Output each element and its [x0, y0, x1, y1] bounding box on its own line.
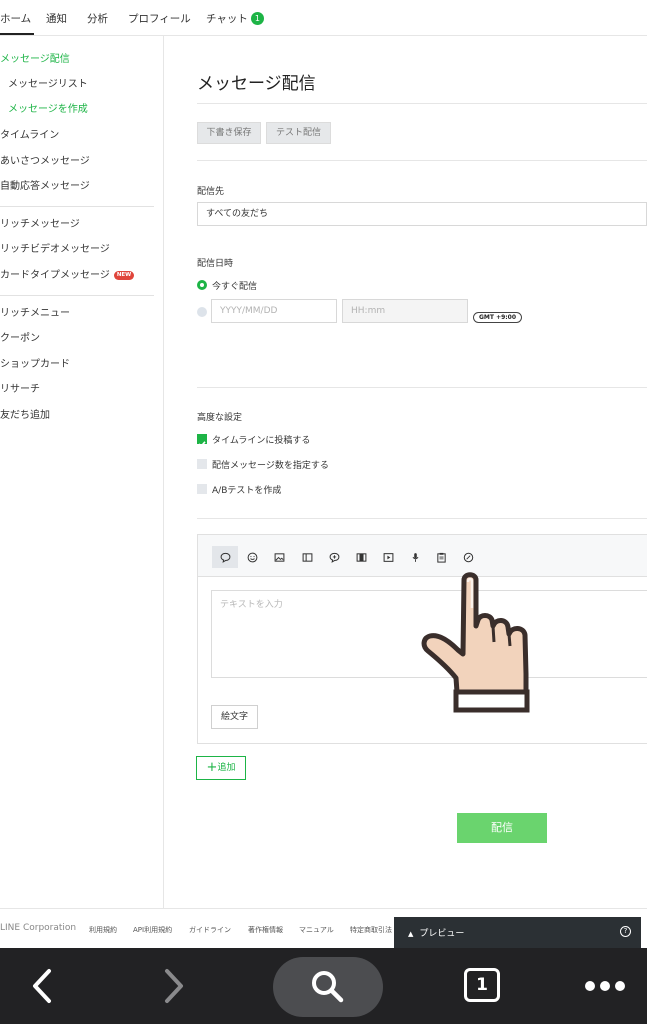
- sidebar-item-rich-menu[interactable]: リッチメニュー: [0, 307, 70, 321]
- footer-link-api-terms[interactable]: API利用規約: [133, 925, 172, 935]
- schedule-label: 配信日時: [197, 259, 234, 269]
- sidebar-item-shop-card[interactable]: ショップカード: [0, 358, 70, 372]
- divider: [197, 160, 647, 161]
- recipient-select[interactable]: すべての友だち: [197, 202, 647, 226]
- chat-plus-icon[interactable]: [321, 546, 347, 568]
- tab-count-button[interactable]: 1: [464, 968, 500, 1002]
- date-input[interactable]: YYYY/MM/DD: [211, 299, 337, 323]
- sidebar-item-message-list[interactable]: メッセージリスト: [8, 78, 88, 92]
- tab-notifications-label: 通知: [46, 13, 67, 25]
- footer-link-commerce-law[interactable]: 特定商取引法: [350, 925, 392, 935]
- main-content: メッセージ配信 下書き保存 テスト配信 配信先 すべての友だち 配信日時 今すぐ…: [164, 36, 647, 908]
- sidebar-divider: [0, 206, 154, 207]
- recipient-label: 配信先: [197, 187, 225, 197]
- footer-link-terms[interactable]: 利用規約: [89, 925, 117, 935]
- sidebar-item-create-message[interactable]: メッセージを作成: [8, 103, 88, 117]
- sidebar-item-timeline[interactable]: タイムライン: [0, 129, 59, 143]
- search-icon: [312, 971, 344, 1003]
- tab-analytics-label: 分析: [87, 13, 108, 25]
- sidebar-item-greeting-message[interactable]: あいさつメッセージ: [0, 155, 90, 169]
- chat-count-badge: 1: [250, 12, 264, 25]
- film-icon[interactable]: [348, 546, 374, 568]
- help-icon[interactable]: ?: [620, 926, 631, 937]
- sidebar-item-coupon[interactable]: クーポン: [0, 332, 40, 346]
- message-count-checkbox[interactable]: [197, 459, 207, 469]
- sidebar-item-auto-reply[interactable]: 自動応答メッセージ: [0, 180, 90, 194]
- tab-profile[interactable]: プロフィール: [128, 0, 191, 35]
- divider: [197, 387, 647, 388]
- sidebar: メッセージ配信 メッセージリスト メッセージを作成 タイムライン あいさつメッセ…: [0, 36, 164, 908]
- clipboard-icon[interactable]: [428, 546, 454, 568]
- emoji-button[interactable]: 絵文字: [211, 705, 258, 729]
- deliver-button[interactable]: 配信: [457, 813, 547, 843]
- checkmark-icon: [198, 441, 206, 448]
- sidebar-divider: [0, 295, 154, 296]
- card-icon[interactable]: [294, 546, 320, 568]
- back-icon[interactable]: [26, 966, 58, 1006]
- chat-circle-icon[interactable]: [455, 546, 481, 568]
- add-message-button[interactable]: +追加: [196, 756, 246, 780]
- top-navigation: ホーム 通知 分析 プロフィール チャット 1: [0, 0, 647, 36]
- copyright-text: LINE Corporation: [0, 923, 77, 933]
- tab-profile-label: プロフィール: [128, 13, 191, 25]
- footer-link-guidelines[interactable]: ガイドライン: [189, 925, 231, 935]
- speech-bubble-icon[interactable]: [212, 546, 238, 568]
- footer-link-copyright[interactable]: 著作権情報: [248, 925, 283, 935]
- new-badge: NEW: [113, 271, 135, 280]
- test-delivery-button[interactable]: テスト配信: [266, 122, 331, 144]
- tab-notifications[interactable]: 通知: [46, 0, 67, 35]
- timeline-post-checkbox[interactable]: [197, 434, 207, 448]
- sidebar-item-message-delivery[interactable]: メッセージ配信: [0, 53, 70, 67]
- tab-chat-label: チャット: [206, 13, 248, 25]
- ab-test-label: A/Bテストを作成: [212, 486, 282, 496]
- message-count-label: 配信メッセージ数を指定する: [212, 461, 329, 471]
- page-title: メッセージ配信: [197, 74, 316, 94]
- more-icon[interactable]: [580, 976, 630, 996]
- divider: [197, 518, 647, 519]
- footer-link-manual[interactable]: マニュアル: [299, 925, 334, 935]
- tab-home[interactable]: ホーム: [0, 0, 34, 35]
- timezone-badge: GMT +9:00: [473, 312, 523, 323]
- add-message-label: 追加: [217, 763, 236, 773]
- tab-analytics[interactable]: 分析: [87, 0, 108, 35]
- browser-toolbar: 1: [0, 948, 647, 1024]
- divider: [197, 103, 647, 104]
- sidebar-item-rich-video-message[interactable]: リッチビデオメッセージ: [0, 243, 110, 257]
- send-now-radio[interactable]: [197, 280, 207, 290]
- sidebar-item-research[interactable]: リサーチ: [0, 383, 40, 397]
- preview-panel-toggle[interactable]: ▲ プレビュー ?: [394, 917, 641, 948]
- smiley-icon[interactable]: [239, 546, 265, 568]
- scheduled-radio[interactable]: [197, 307, 207, 317]
- timeline-post-label: タイムラインに投稿する: [212, 436, 311, 446]
- advanced-settings-label: 高度な設定: [197, 413, 243, 423]
- send-now-label: 今すぐ配信: [212, 282, 258, 292]
- caret-up-icon: ▲: [408, 930, 414, 938]
- preview-label: ▲ プレビュー: [408, 926, 464, 939]
- tab-home-label: ホーム: [0, 13, 32, 25]
- plus-icon: +: [206, 760, 218, 775]
- search-button[interactable]: [273, 957, 383, 1017]
- sidebar-item-card-type-label: カードタイプメッセージ: [0, 270, 110, 281]
- sidebar-item-add-friends[interactable]: 友だち追加: [0, 409, 50, 423]
- preview-label-text: プレビュー: [419, 929, 465, 939]
- sidebar-item-card-type-message[interactable]: カードタイプメッセージ NEW: [0, 269, 135, 283]
- tab-chat[interactable]: チャット 1: [206, 0, 264, 35]
- pointing-hand-icon: [421, 572, 530, 713]
- microphone-icon[interactable]: [402, 546, 428, 568]
- image-icon[interactable]: [266, 546, 292, 568]
- ab-test-checkbox[interactable]: [197, 484, 207, 494]
- time-input[interactable]: HH:mm: [342, 299, 468, 323]
- play-icon[interactable]: [375, 546, 401, 568]
- sidebar-item-rich-message[interactable]: リッチメッセージ: [0, 218, 80, 232]
- save-draft-button[interactable]: 下書き保存: [197, 122, 261, 144]
- forward-icon[interactable]: [158, 966, 190, 1006]
